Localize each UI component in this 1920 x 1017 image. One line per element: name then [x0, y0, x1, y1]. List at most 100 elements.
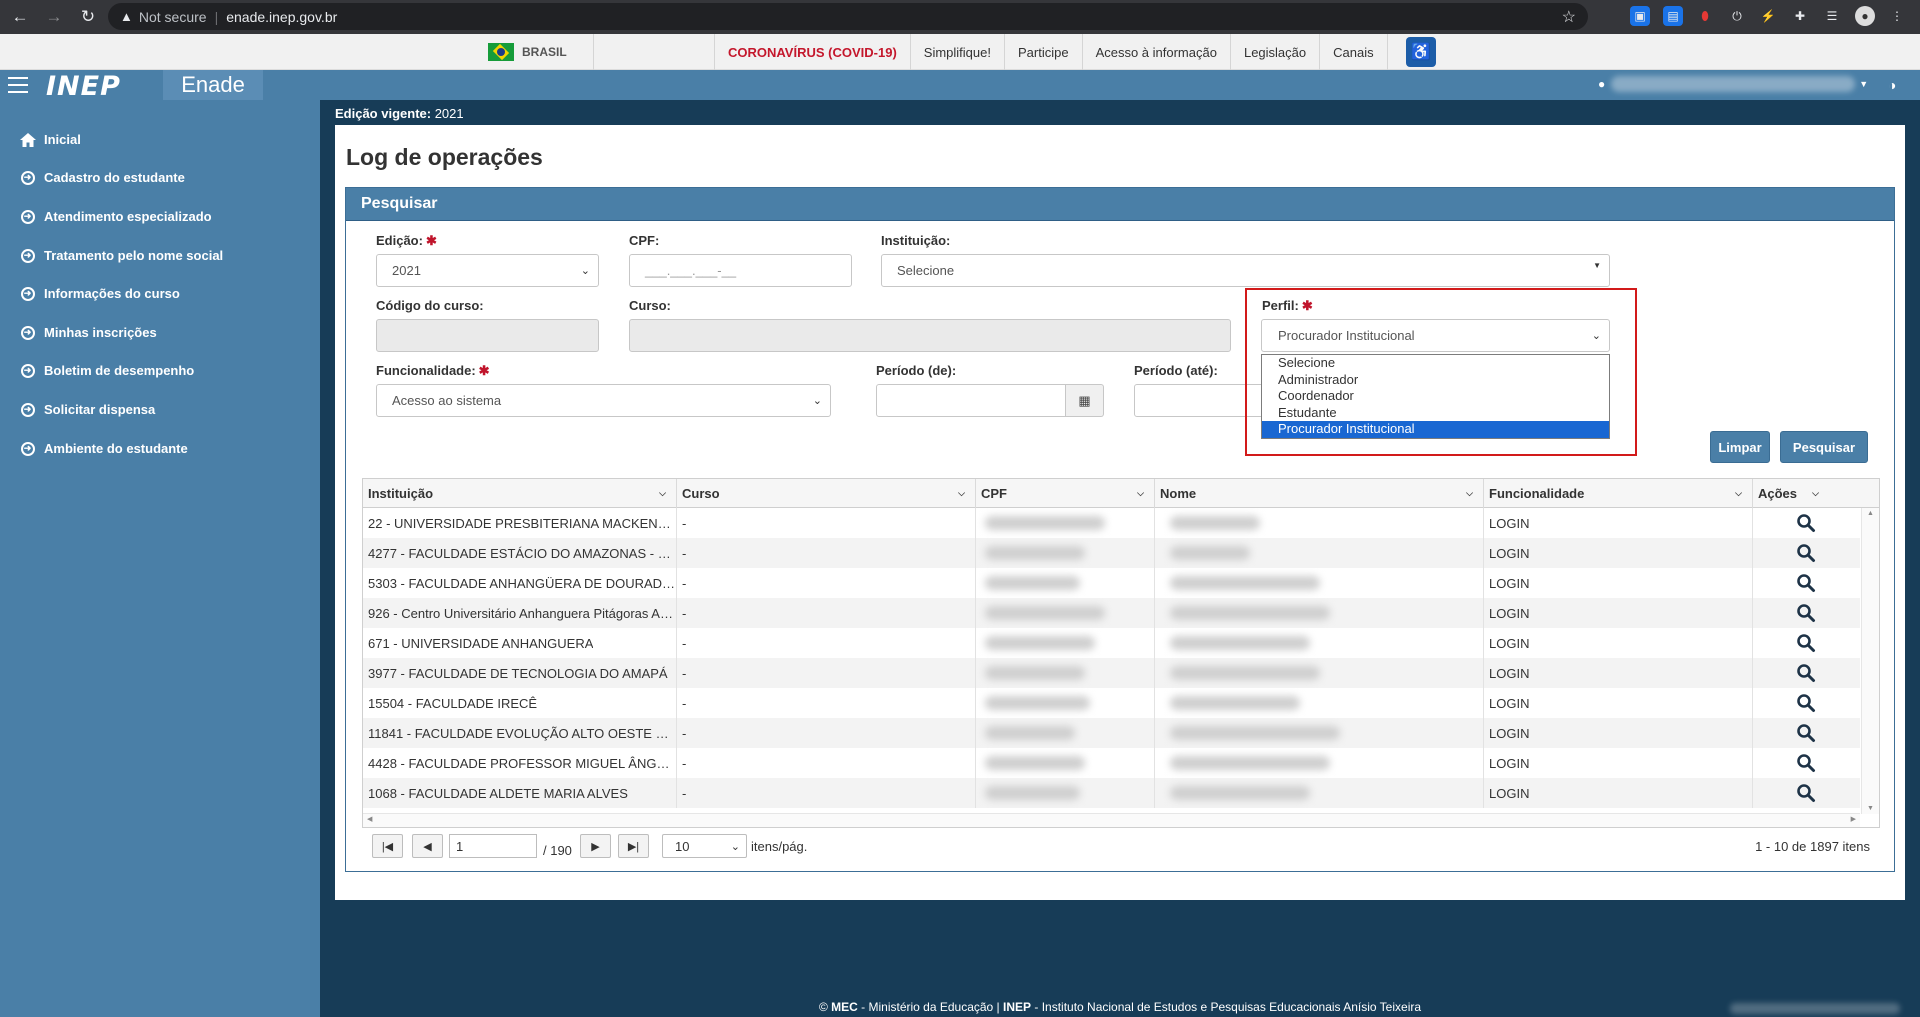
reload-icon[interactable]: ↻ — [74, 3, 102, 31]
search-icon[interactable] — [1796, 633, 1816, 653]
periodo-de-input[interactable] — [876, 384, 1066, 417]
puzzle-icon[interactable]: ✚ — [1790, 6, 1810, 26]
perfil-option-procurador[interactable]: Procurador Institucional — [1262, 421, 1609, 438]
sidebar-item-atendimento-especializado[interactable]: ➜ Atendimento especializado — [19, 208, 212, 225]
table-row[interactable]: 22 - UNIVERSIDADE PRESBITERIANA MACKENZI… — [363, 508, 1860, 538]
table-row[interactable]: 1068 - FACULDADE ALDETE MARIA ALVES - LOGI… — [363, 778, 1860, 808]
forward-icon[interactable]: → — [40, 3, 68, 31]
sidebar-item-ambiente-estudante[interactable]: ➜ Ambiente do estudante — [19, 440, 188, 457]
cell-acoes — [1753, 748, 1860, 778]
table-row[interactable]: 3977 - FACULDADE DE TECNOLOGIA DO AMAPÁ -… — [363, 658, 1860, 688]
search-icon[interactable] — [1796, 753, 1816, 773]
address-bar[interactable]: ▲ Not secure | enade.inep.gov.br ☆ — [108, 3, 1588, 30]
grid-header: Instituição ⌵ Curso ⌵ CPF ⌵ Nome ⌵ Funcional… — [363, 479, 1879, 508]
chevron-down-icon: ⌵ — [958, 488, 965, 498]
table-row[interactable]: 5303 - FACULDADE ANHANGÜERA DE DOURADOS -… — [363, 568, 1860, 598]
cell-nome-blurred — [1155, 598, 1484, 628]
legislacao-link[interactable]: Legislação — [1229, 34, 1319, 70]
pesquisar-button[interactable]: Pesquisar — [1780, 431, 1868, 463]
search-icon[interactable] — [1796, 783, 1816, 803]
column-header-instituicao[interactable]: Instituição ⌵ — [363, 479, 677, 508]
sidebar-item-informacoes-curso[interactable]: ➜ Informações do curso — [19, 285, 180, 302]
funcionalidade-select[interactable]: Acesso ao sistema ⌄ — [376, 384, 831, 417]
user-menu[interactable]: ● ▼ — [1598, 76, 1868, 92]
sidebar-item-cadastro-estudante[interactable]: ➜ Cadastro do estudante — [19, 169, 185, 186]
search-icon[interactable] — [1796, 513, 1816, 533]
cell-instituicao: 3977 - FACULDADE DE TECNOLOGIA DO AMAPÁ — [363, 658, 677, 688]
previous-page-icon[interactable]: ◀ — [412, 834, 443, 858]
vertical-scrollbar[interactable]: ▲ ▼ — [1861, 508, 1879, 814]
curso-input[interactable] — [629, 319, 1231, 352]
perfil-option-coordenador[interactable]: Coordenador — [1262, 388, 1609, 405]
reading-list-icon[interactable]: ☰ — [1822, 6, 1842, 26]
extension-icon[interactable]: ⚡ — [1758, 6, 1778, 26]
brasil-link[interactable]: BRASIL — [484, 34, 594, 70]
perfil-option-selecione[interactable]: Selecione — [1262, 355, 1609, 372]
column-header-cpf[interactable]: CPF ⌵ — [976, 479, 1155, 508]
column-header-funcionalidade[interactable]: Funcionalidade ⌵ — [1484, 479, 1753, 508]
search-icon[interactable] — [1796, 603, 1816, 623]
instituicao-select[interactable]: Selecione ▼ — [881, 254, 1610, 287]
cell-funcionalidade: LOGIN — [1484, 748, 1753, 778]
cell-curso: - — [677, 628, 976, 658]
extension-icon[interactable]: ⬮ — [1695, 6, 1715, 26]
limpar-button[interactable]: Limpar — [1710, 431, 1770, 463]
accessibility-icon[interactable]: ♿ — [1406, 37, 1436, 67]
search-icon[interactable] — [1796, 543, 1816, 563]
sidebar-item-inicial[interactable]: Inicial — [19, 131, 81, 148]
power-icon[interactable]: ⏻ — [1727, 6, 1747, 26]
profile-avatar[interactable]: ● — [1855, 6, 1875, 26]
perfil-select[interactable]: Procurador Institucional ⌄ — [1261, 319, 1610, 352]
perfil-option-administrador[interactable]: Administrador — [1262, 372, 1609, 389]
cell-curso: - — [677, 538, 976, 568]
table-row[interactable]: 4277 - FACULDADE ESTÁCIO DO AMAZONAS - E… — [363, 538, 1860, 568]
participe-link[interactable]: Participe — [1003, 34, 1082, 70]
acesso-informacao-link[interactable]: Acesso à informação — [1081, 34, 1230, 70]
table-row[interactable]: 671 - UNIVERSIDADE ANHANGUERA - LOGIN — [363, 628, 1860, 658]
simplifique-link[interactable]: Simplifique! — [909, 34, 1004, 70]
edicao-select[interactable]: 2021 ⌄ — [376, 254, 599, 287]
covid-link[interactable]: CORONAVÍRUS (COVID-19) — [714, 34, 910, 70]
last-page-icon[interactable]: ▶| — [618, 834, 649, 858]
cpf-input[interactable]: ___.___.___-__ — [629, 254, 852, 287]
sidebar-item-minhas-inscricoes[interactable]: ➜ Minhas inscrições — [19, 324, 157, 341]
next-page-icon[interactable]: ▶ — [580, 834, 611, 858]
column-header-acoes[interactable]: Ações ⌵ — [1753, 479, 1879, 508]
hamburger-menu-icon[interactable] — [8, 77, 28, 93]
table-row[interactable]: 926 - Centro Universitário Anhanguera Pi… — [363, 598, 1860, 628]
column-header-nome[interactable]: Nome ⌵ — [1155, 479, 1484, 508]
column-header-curso[interactable]: Curso ⌵ — [677, 479, 976, 508]
page-number-input[interactable]: 1 — [449, 834, 537, 858]
table-row[interactable]: 15504 - FACULDADE IRECÊ - LOGIN — [363, 688, 1860, 718]
contrast-icon[interactable]: ◑ — [1888, 77, 1896, 93]
search-icon[interactable] — [1796, 663, 1816, 683]
calendar-icon[interactable]: ▦ — [1066, 384, 1104, 417]
cell-nome-blurred — [1155, 628, 1484, 658]
cell-instituicao: 15504 - FACULDADE IRECÊ — [363, 688, 677, 718]
table-row[interactable]: 4428 - FACULDADE PROFESSOR MIGUEL ÂNGELO… — [363, 748, 1860, 778]
user-icon: ● — [1598, 77, 1606, 91]
back-icon[interactable]: ← — [6, 3, 34, 31]
page-size-select[interactable]: 10 ⌄ — [662, 834, 747, 858]
first-page-icon[interactable]: |◀ — [372, 834, 403, 858]
search-icon[interactable] — [1796, 723, 1816, 743]
canais-link[interactable]: Canais — [1319, 34, 1388, 70]
sidebar-item-nome-social[interactable]: ➜ Tratamento pelo nome social — [19, 247, 223, 264]
perfil-option-estudante[interactable]: Estudante — [1262, 405, 1609, 422]
sidebar-item-boletim-desempenho[interactable]: ➜ Boletim de desempenho — [19, 362, 194, 379]
menu-icon[interactable]: ⋮ — [1887, 6, 1907, 26]
codigo-curso-input[interactable] — [376, 319, 599, 352]
horizontal-scrollbar[interactable]: ◀ ▶ — [363, 813, 1860, 827]
sidebar-item-solicitar-dispensa[interactable]: ➜ Solicitar dispensa — [19, 401, 155, 418]
chevron-down-icon: ⌵ — [1137, 488, 1144, 498]
cell-funcionalidade: LOGIN — [1484, 538, 1753, 568]
search-icon[interactable] — [1796, 693, 1816, 713]
pager: |◀ ◀ 1 / 190 ▶ ▶| 10 ⌄ itens/pág. 1 - 10… — [362, 828, 1880, 864]
search-icon[interactable] — [1796, 573, 1816, 593]
bookmark-star-icon[interactable]: ☆ — [1562, 7, 1576, 27]
table-row[interactable]: 11841 - FACULDADE EVOLUÇÃO ALTO OESTE PO… — [363, 718, 1860, 748]
extension-icon[interactable]: ▣ — [1630, 6, 1650, 26]
arrow-circle-icon: ➜ — [19, 208, 36, 225]
system-name[interactable]: Enade — [163, 70, 263, 100]
extension-icon[interactable]: ▤ — [1663, 6, 1683, 26]
